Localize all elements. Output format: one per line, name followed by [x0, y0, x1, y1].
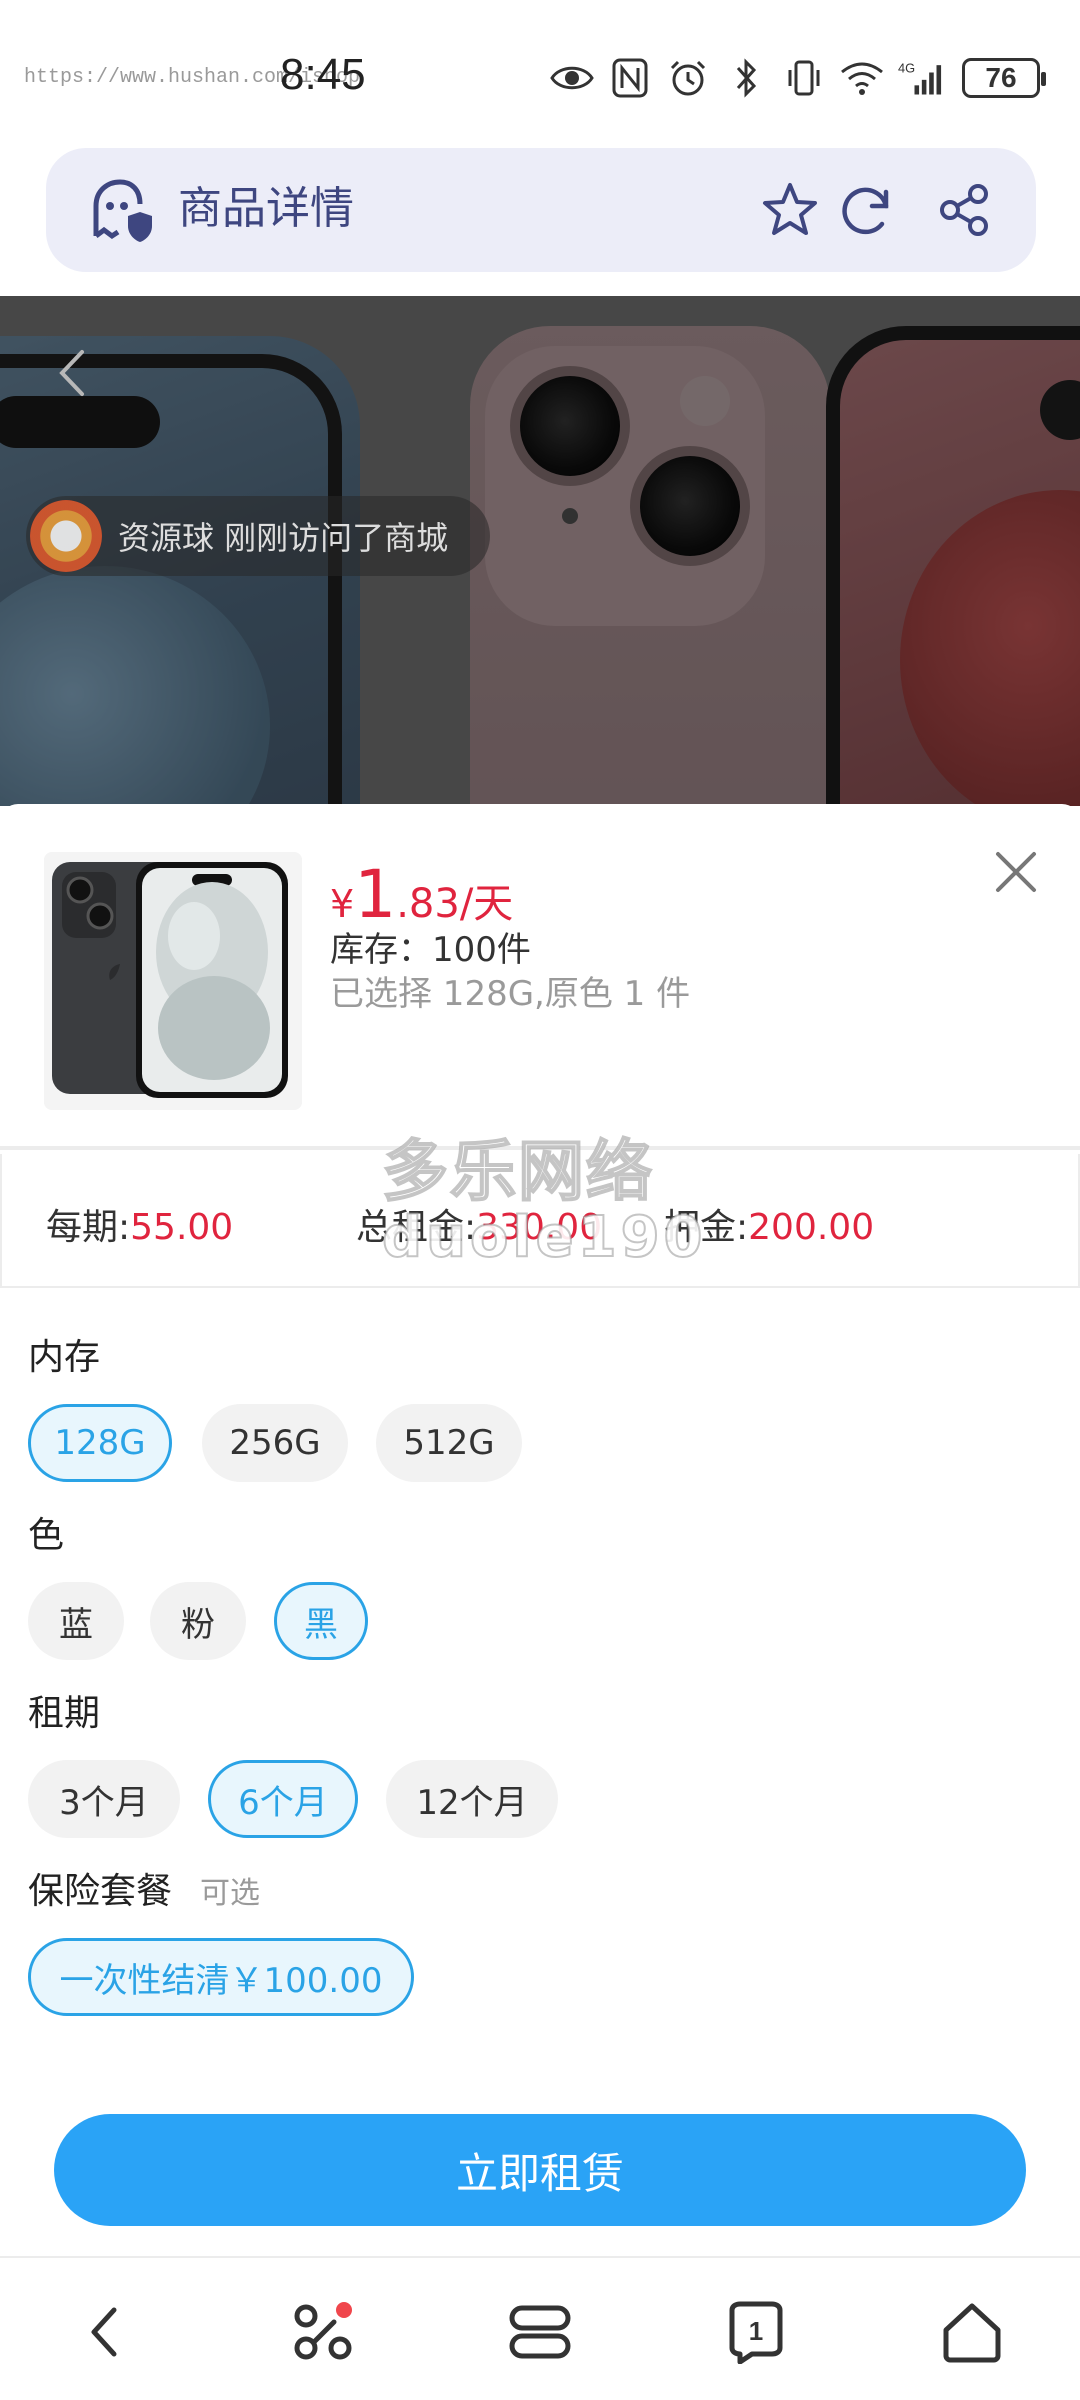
term-chip-6-months[interactable]: 6个月	[208, 1760, 358, 1838]
fee-summary: 每期: 55.00 总租金: 330.00 押金: 200.00	[0, 1154, 1080, 1288]
product-detail-page: https://www.hushan.com/ishop 8:45 4G 76 …	[0, 0, 1080, 2400]
memory-chip-512g[interactable]: 512G	[376, 1404, 522, 1482]
deposit-value: 200.00	[748, 1207, 875, 1248]
nav-menu-button[interactable]	[502, 2294, 578, 2370]
insurance-optional-hint: 可选	[200, 1876, 261, 1911]
chevron-left-icon	[59, 350, 84, 396]
insurance-title-text: 保险套餐	[28, 1871, 173, 1912]
chevron-left-icon	[91, 2307, 117, 2357]
term-chip-3-months[interactable]: 3个月	[28, 1760, 180, 1838]
per-period-fee: 每期: 55.00	[46, 1198, 233, 1250]
nav-back-button[interactable]	[68, 2294, 144, 2370]
close-sheet-button[interactable]	[988, 844, 1044, 900]
vibrate-icon	[782, 56, 826, 100]
favorite-button[interactable]	[758, 178, 822, 242]
svg-text:4G: 4G	[898, 61, 915, 76]
browser-nav-bar: 1	[0, 2256, 1080, 2400]
refresh-icon	[842, 187, 889, 235]
color-chip-blue[interactable]: 蓝	[28, 1582, 124, 1660]
memory-option-title: 内存	[28, 1337, 101, 1378]
product-summary: ¥ 1 .83 /天 库存：100件 已选择 128G,原色 1 件	[0, 804, 1080, 1150]
star-icon	[763, 183, 817, 235]
nav-home-button[interactable]	[934, 2294, 1010, 2370]
deposit-fee: 押金: 200.00	[664, 1198, 874, 1250]
hero-back-button[interactable]	[38, 338, 108, 408]
per-period-label: 每期:	[46, 1207, 131, 1248]
status-time: 8:45	[280, 50, 366, 99]
nav-discover-button[interactable]	[286, 2294, 362, 2370]
tabs-icon: 1	[729, 2301, 783, 2364]
share-icon	[940, 184, 988, 236]
rent-now-button[interactable]: 立即租赁	[54, 2114, 1026, 2226]
menu-icon	[509, 2305, 571, 2359]
eye-icon	[550, 56, 594, 100]
deposit-label: 押金:	[664, 1207, 749, 1248]
term-chip-12-months[interactable]: 12个月	[386, 1760, 558, 1838]
share-button[interactable]	[932, 178, 996, 242]
price-decimal: .83	[396, 881, 460, 927]
visitor-notice: 资源球 刚刚访问了商城	[26, 496, 490, 576]
insurance-option-title: 保险套餐 可选	[28, 1862, 260, 1914]
cellular-signal-icon: 4G	[898, 56, 942, 100]
status-bar: https://www.hushan.com/ishop 8:45 4G 76	[0, 0, 1080, 140]
per-period-value: 55.00	[130, 1207, 234, 1248]
page-title: 商品详情	[178, 183, 354, 234]
nav-tabs-button[interactable]: 1	[718, 2294, 794, 2370]
status-icons: 4G 76	[550, 50, 1046, 106]
visitor-avatar	[30, 500, 102, 572]
bluetooth-icon	[724, 56, 768, 100]
color-chip-pink[interactable]: 粉	[150, 1582, 246, 1660]
battery-indicator: 76	[962, 58, 1046, 98]
discover-icon	[294, 2302, 352, 2360]
color-chip-black[interactable]: 黑	[274, 1582, 368, 1660]
total-rent-fee: 总租金: 330.00	[356, 1198, 602, 1250]
selected-sku-summary: 已选择 128G,原色 1 件	[330, 974, 691, 1014]
term-option-title: 租期	[28, 1693, 101, 1734]
app-header: 商品详情	[46, 148, 1036, 272]
home-icon	[943, 2303, 1001, 2363]
stock-count: 库存：100件	[330, 930, 531, 970]
total-rent-value: 330.00	[476, 1207, 603, 1248]
alarm-icon	[666, 56, 710, 100]
memory-chip-128g[interactable]: 128G	[28, 1404, 172, 1482]
price-currency: ¥	[330, 882, 355, 926]
product-thumbnail	[44, 852, 302, 1110]
close-icon	[996, 852, 1036, 892]
color-option-title: 色	[28, 1515, 65, 1556]
svg-text:1: 1	[749, 2316, 763, 2346]
memory-chip-256g[interactable]: 256G	[202, 1404, 348, 1482]
wifi-icon	[840, 56, 884, 100]
refresh-button[interactable]	[834, 178, 898, 242]
visitor-notice-text: 资源球 刚刚访问了商城	[118, 519, 449, 557]
nfc-icon	[608, 56, 652, 100]
total-rent-label: 总租金:	[356, 1207, 477, 1248]
ghost-shield-icon	[88, 178, 154, 244]
price-unit: /天	[459, 881, 514, 927]
product-hero-image: 资源球 刚刚访问了商城	[0, 296, 1080, 806]
insurance-chip-one-time[interactable]: 一次性结清￥100.00	[28, 1938, 414, 2016]
